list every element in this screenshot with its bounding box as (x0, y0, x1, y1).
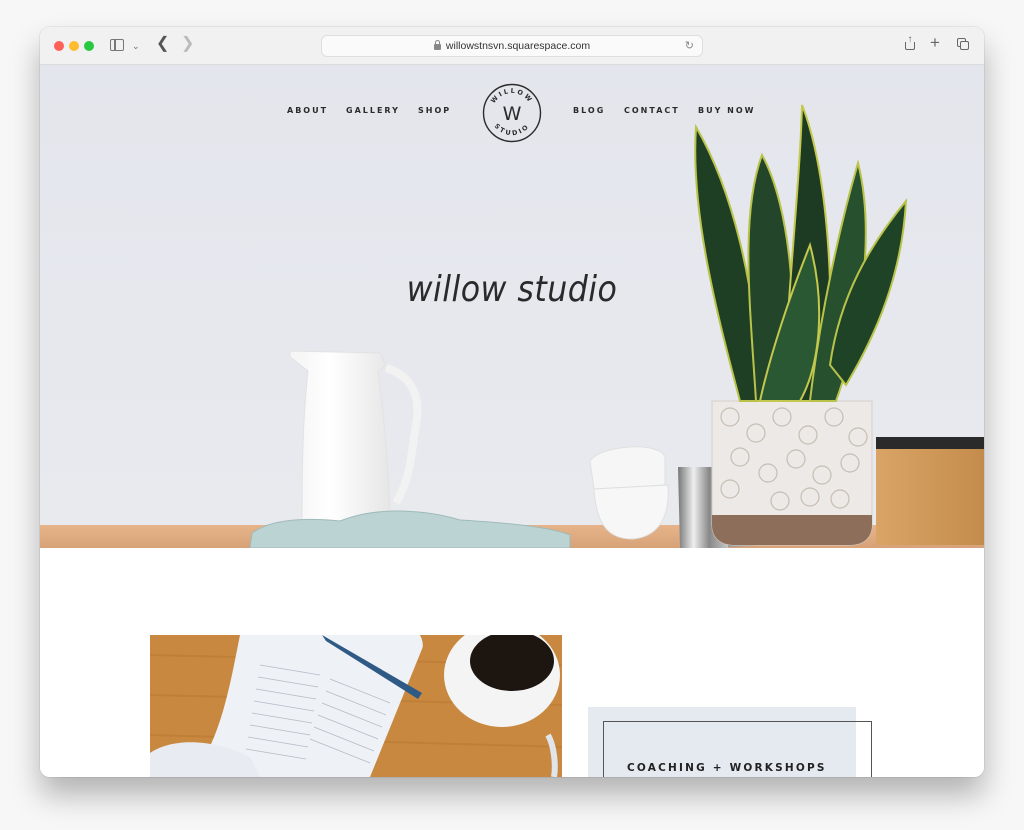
lock-icon (433, 40, 441, 50)
browser-toolbar: ⌄ ❮ ❯ willowstnsvn.squarespace.com ↻ ↑ + (40, 27, 984, 65)
reload-icon[interactable]: ↻ (685, 39, 694, 52)
hero-banner: ABOUT GALLERY SHOP WILLOW STUDIO W BLOG … (40, 65, 984, 548)
share-icon[interactable]: ↑ (904, 34, 916, 51)
nav-contact[interactable]: CONTACT (624, 106, 680, 115)
forward-icon[interactable]: ❯ (181, 36, 194, 52)
potted-snake-plant (694, 104, 908, 546)
nav-blog[interactable]: BLOG (573, 106, 605, 115)
sidebar-icon[interactable] (110, 39, 124, 51)
zoom-window-button[interactable] (84, 41, 94, 51)
close-window-button[interactable] (54, 41, 64, 51)
url-text[interactable]: willowstnsvn.squarespace.com (446, 40, 590, 52)
chevron-down-icon[interactable]: ⌄ (132, 39, 140, 53)
site-logo[interactable]: WILLOW STUDIO W (482, 83, 542, 143)
new-tab-icon[interactable]: + (930, 34, 940, 51)
nav-shop[interactable]: SHOP (418, 106, 451, 115)
browser-window: ⌄ ❮ ❯ willowstnsvn.squarespace.com ↻ ↑ + (40, 27, 984, 777)
page-viewport: ABOUT GALLERY SHOP WILLOW STUDIO W BLOG … (40, 65, 984, 777)
feature-card-title[interactable]: COACHING + WORKSHOPS (627, 762, 827, 774)
tabs-overview-icon[interactable] (957, 38, 970, 51)
white-pitcher (289, 350, 422, 534)
book-and-coffee-photo (150, 635, 562, 777)
features-section: COACHING + WORKSHOPS (40, 548, 984, 777)
logo-letter: W (503, 103, 522, 125)
nav-about[interactable]: ABOUT (287, 106, 328, 115)
back-icon[interactable]: ❮ (156, 36, 169, 52)
teal-cloth (249, 510, 571, 548)
hero-title: willow studio (406, 269, 618, 310)
minimize-window-button[interactable] (69, 41, 79, 51)
nav-gallery[interactable]: GALLERY (346, 106, 400, 115)
nav-buy-now[interactable]: BUY NOW (698, 106, 756, 115)
wooden-box (876, 437, 984, 545)
address-bar[interactable]: willowstnsvn.squarespace.com ↻ (321, 35, 703, 57)
